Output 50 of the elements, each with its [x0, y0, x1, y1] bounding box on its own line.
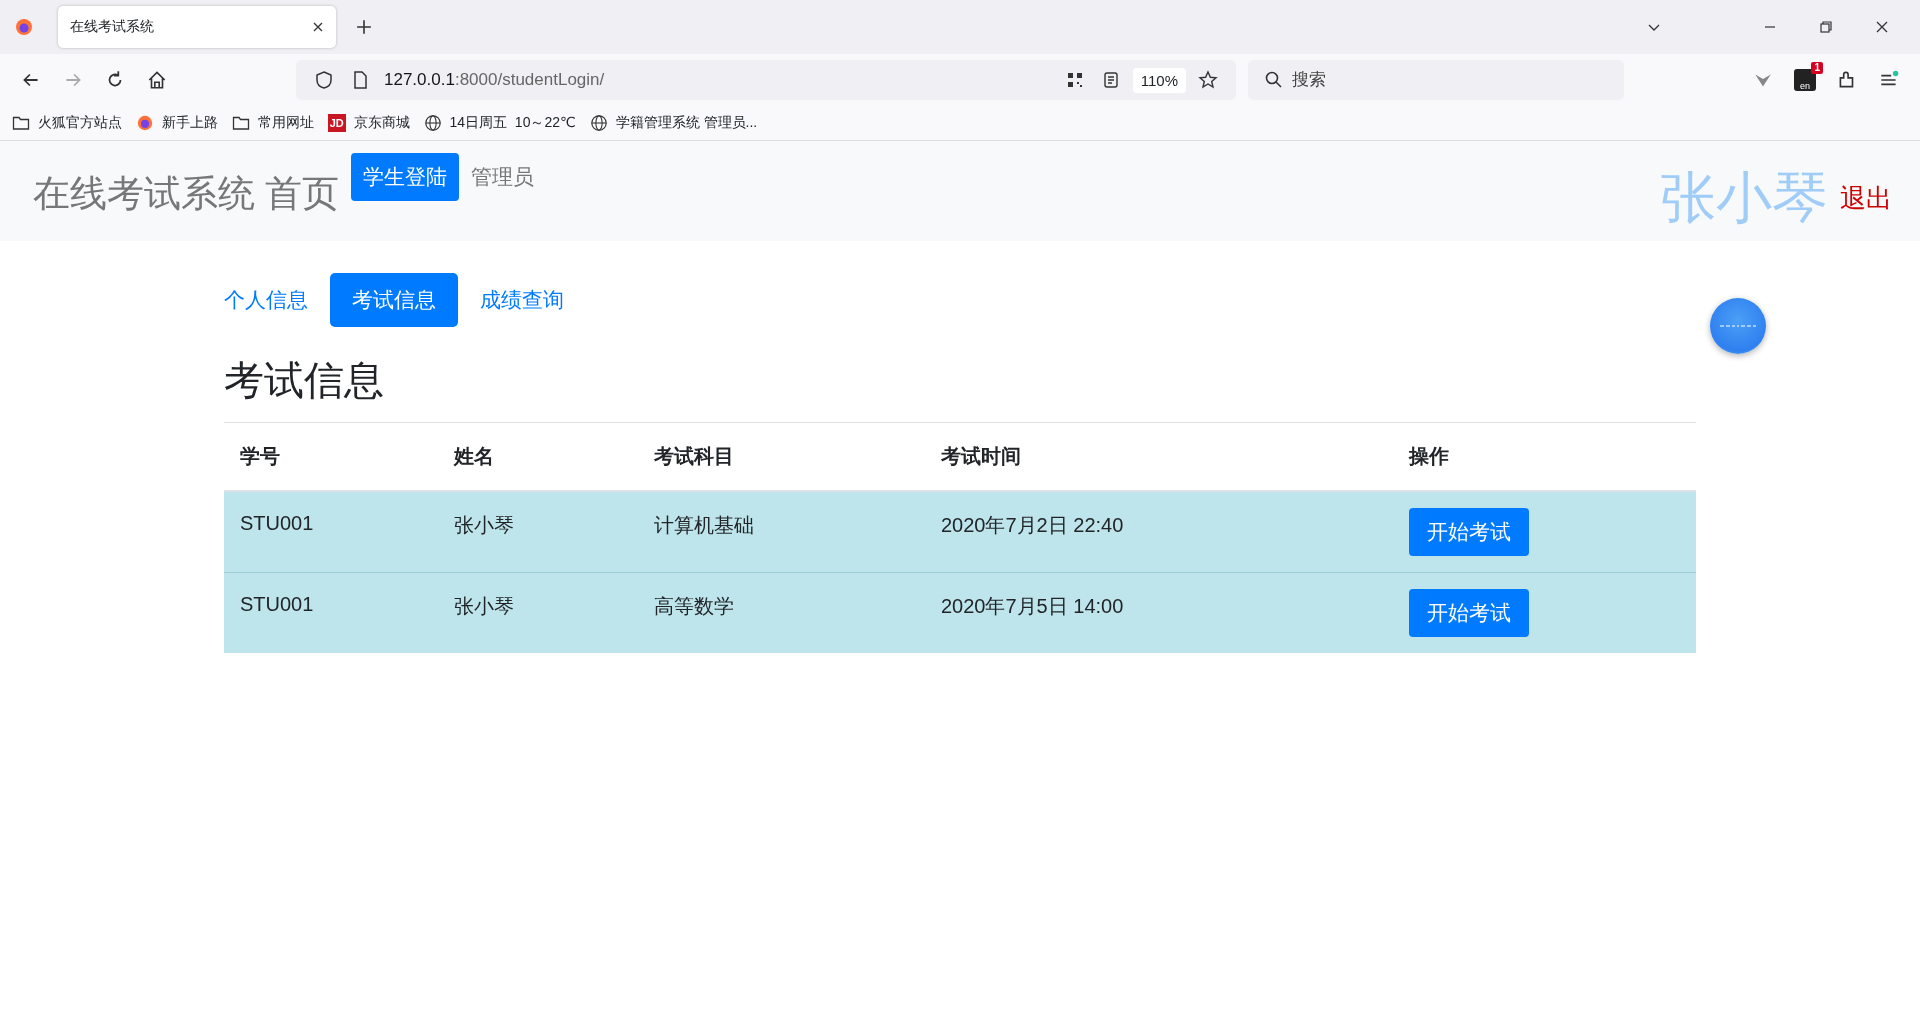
- table-cell: STU001: [224, 491, 438, 573]
- bookmark-item[interactable]: 14日周五 10～22℃: [423, 114, 576, 132]
- site-brand[interactable]: 在线考试系统 首页: [33, 169, 340, 219]
- address-bar[interactable]: 127.0.0.1:8000/studentLogin/ 110%: [296, 60, 1236, 100]
- folder-icon: [231, 114, 250, 132]
- dashes-icon: [1718, 324, 1758, 328]
- bookmark-item[interactable]: 常用网址: [231, 114, 314, 132]
- start-exam-button[interactable]: 开始考试: [1409, 589, 1529, 637]
- start-exam-button[interactable]: 开始考试: [1409, 508, 1529, 556]
- table-cell: 张小琴: [438, 491, 638, 573]
- bookmark-item[interactable]: 学籍管理系统 管理员...: [589, 114, 758, 132]
- notification-badge: 1: [1811, 62, 1823, 74]
- tab[interactable]: 考试信息: [330, 273, 458, 327]
- table-cell: 高等数学: [638, 572, 925, 653]
- search-icon: [1264, 70, 1284, 90]
- globe-icon: [589, 114, 608, 132]
- logout-link[interactable]: 退出: [1840, 181, 1892, 216]
- table-cell: 2020年7月5日 14:00: [925, 572, 1393, 653]
- extension-label: en: [1800, 81, 1810, 91]
- shield-icon: [314, 70, 334, 90]
- browser-logo-icon: [135, 114, 154, 132]
- nav-link[interactable]: 学生登陆: [351, 153, 460, 201]
- close-icon[interactable]: [312, 21, 324, 33]
- folder-icon: [12, 114, 30, 132]
- bookmark-item[interactable]: 火狐官方站点: [12, 114, 122, 132]
- restore-icon[interactable]: [1818, 19, 1834, 35]
- new-tab-icon[interactable]: [356, 19, 372, 35]
- browser-logo-icon[interactable]: [14, 17, 34, 37]
- home-icon[interactable]: [146, 69, 168, 91]
- zoom-level[interactable]: 110%: [1132, 67, 1186, 93]
- browser-tab[interactable]: 在线考试系统: [58, 6, 336, 48]
- floating-button[interactable]: [1710, 298, 1766, 354]
- bookmark-item[interactable]: 新手上路: [135, 114, 218, 132]
- table-cell: 2020年7月2日 22:40: [925, 491, 1393, 573]
- table-cell: STU001: [224, 572, 438, 653]
- table-cell: 张小琴: [438, 572, 638, 653]
- table-cell: 计算机基础: [638, 491, 925, 573]
- tab-title: 在线考试系统: [70, 18, 154, 36]
- globe-icon: [423, 114, 442, 132]
- section-heading: 考试信息: [224, 357, 385, 404]
- close-icon[interactable]: [1874, 19, 1890, 35]
- user-name: 张小琴: [1660, 165, 1828, 231]
- store-logo: JD: [327, 114, 346, 132]
- tab[interactable]: 成绩查询: [458, 273, 586, 327]
- star-icon[interactable]: [1198, 70, 1218, 90]
- search-field[interactable]: 搜索: [1248, 60, 1624, 100]
- bookmark-item[interactable]: JD 京东商城: [327, 114, 410, 132]
- nav-link[interactable]: 管理员: [459, 153, 547, 201]
- url-text: 127.0.0.1:8000/studentLogin/: [384, 70, 605, 90]
- tab[interactable]: 个人信息: [224, 273, 330, 327]
